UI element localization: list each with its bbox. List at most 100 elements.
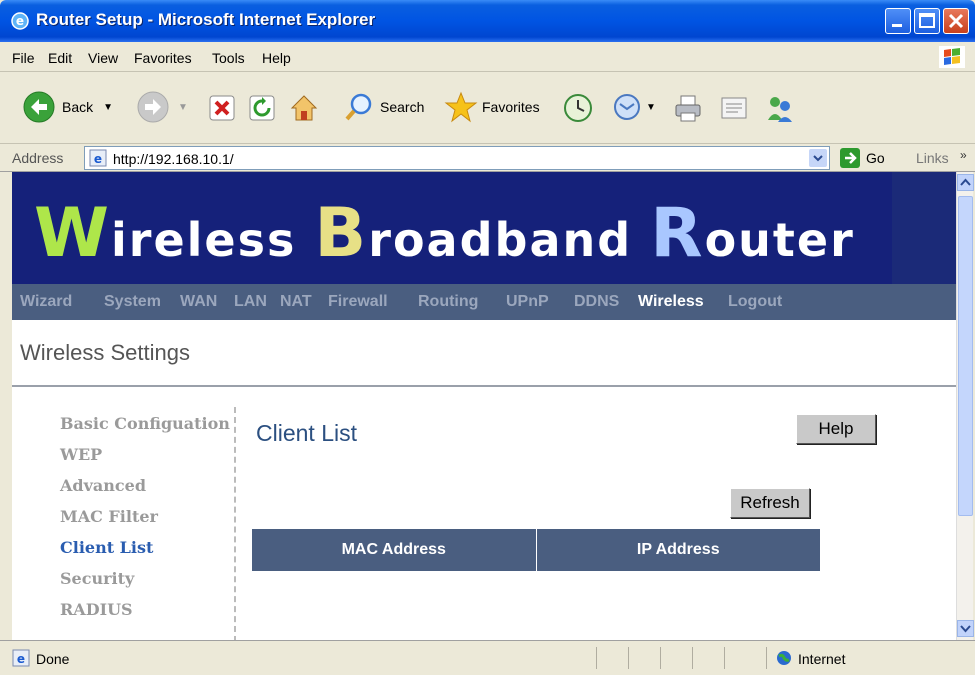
refresh-icon <box>249 95 275 121</box>
svg-text:e: e <box>94 152 102 166</box>
nav-upnp[interactable]: UPnP <box>506 293 549 311</box>
back-label: Back <box>62 99 94 115</box>
nav-nat[interactable]: NAT <box>280 293 312 311</box>
side-item-mac-filter[interactable]: MAC Filter <box>60 507 158 526</box>
window-title: Router Setup - Microsoft Internet Explor… <box>36 10 376 29</box>
globe-icon <box>777 651 791 665</box>
page-viewport: Wireless Broadband Router Wizard System … <box>12 172 956 640</box>
search-button[interactable]: Search <box>344 92 424 122</box>
vertical-scrollbar[interactable] <box>956 172 974 640</box>
favorites-label: Favorites <box>482 99 540 115</box>
toolbar: Back ▼ ▼ Search Favorites ▼ <box>0 72 975 144</box>
banner-letter-w: W <box>34 194 112 273</box>
chevron-down-icon <box>960 625 971 633</box>
scroll-thumb[interactable] <box>958 196 973 516</box>
address-bar: Address e http://192.168.10.1/ Go Links … <box>0 144 975 172</box>
menu-edit[interactable]: Edit <box>48 50 72 66</box>
star-icon <box>444 91 478 123</box>
stop-button[interactable] <box>208 94 236 122</box>
banner-letter-r: R <box>650 194 705 273</box>
refresh-button[interactable] <box>248 94 276 122</box>
column-ip-address: IP Address <box>535 529 821 571</box>
search-icon <box>345 93 372 121</box>
back-button[interactable]: Back ▼ <box>22 90 113 124</box>
history-icon <box>564 94 592 122</box>
banner-title: Wireless Broadband Router <box>34 194 855 273</box>
nav-wizard[interactable]: Wizard <box>20 293 72 311</box>
menu-file[interactable]: File <box>12 50 35 66</box>
column-mac-address: MAC Address <box>341 541 446 558</box>
printer-icon <box>675 95 701 122</box>
forward-button[interactable]: ▼ <box>136 90 188 124</box>
chevron-right-icon[interactable]: » <box>960 148 967 162</box>
side-item-wep[interactable]: WEP <box>60 445 102 464</box>
go-label: Go <box>866 150 885 166</box>
messenger-icon <box>768 97 792 122</box>
close-button[interactable] <box>943 8 969 34</box>
router-banner: Wireless Broadband Router <box>12 172 956 284</box>
status-divider <box>692 647 693 669</box>
nav-logout[interactable]: Logout <box>728 293 782 311</box>
side-item-client-list[interactable]: Client List <box>60 538 153 557</box>
edit-document-icon <box>721 97 747 119</box>
side-item-radius[interactable]: RADIUS <box>60 600 133 619</box>
nav-ddns[interactable]: DDNS <box>574 293 619 311</box>
refresh-list-button[interactable]: Refresh <box>730 488 810 518</box>
svg-text:e: e <box>17 652 25 666</box>
side-item-basic-configuation[interactable]: Basic Configuation <box>60 414 230 433</box>
menu-favorites[interactable]: Favorites <box>134 50 192 66</box>
print-button[interactable] <box>672 92 704 124</box>
client-table-header: MAC Address IP Address <box>252 529 820 571</box>
main-nav: Wizard System WAN LAN NAT Firewall Routi… <box>12 284 956 320</box>
messenger-button[interactable] <box>764 92 796 124</box>
banner-word-router: outer <box>704 213 855 267</box>
status-divider <box>628 647 629 669</box>
nav-lan[interactable]: LAN <box>234 293 267 311</box>
address-dropdown-icon[interactable] <box>809 149 827 167</box>
status-divider <box>724 647 725 669</box>
menu-bar: File Edit View Favorites Tools Help <box>0 42 975 72</box>
links-label[interactable]: Links <box>916 150 949 166</box>
nav-firewall[interactable]: Firewall <box>328 293 388 311</box>
search-label: Search <box>380 99 425 115</box>
nav-wireless[interactable]: Wireless <box>638 293 704 311</box>
help-button[interactable]: Help <box>796 414 876 444</box>
status-text: Done <box>36 651 70 667</box>
chevron-down-icon: ▼ <box>103 101 114 113</box>
banner-word-wireless: ireless <box>111 213 315 267</box>
client-list-title: Client List <box>256 420 357 446</box>
edit-button[interactable] <box>718 92 750 124</box>
side-item-advanced[interactable]: Advanced <box>60 476 146 495</box>
home-button[interactable] <box>288 92 320 124</box>
status-divider <box>660 647 661 669</box>
banner-letter-b: B <box>314 194 369 273</box>
address-input[interactable]: e http://192.168.10.1/ <box>84 146 830 170</box>
back-arrow-icon <box>23 91 55 123</box>
scroll-up-button[interactable] <box>957 174 974 191</box>
ie-window: e Router Setup - Microsoft Internet Expl… <box>0 0 975 675</box>
menu-view[interactable]: View <box>88 50 118 66</box>
menu-help[interactable]: Help <box>262 50 291 66</box>
stop-icon <box>209 95 235 121</box>
nav-routing[interactable]: Routing <box>418 293 478 311</box>
chevron-down-icon: ▼ <box>646 101 656 113</box>
side-item-security[interactable]: Security <box>60 569 134 588</box>
minimize-button[interactable] <box>885 8 911 34</box>
ie-logo-icon: e <box>11 12 29 30</box>
go-arrow-icon <box>840 148 860 168</box>
svg-text:e: e <box>16 14 24 28</box>
address-label: Address <box>12 150 64 166</box>
nav-wan[interactable]: WAN <box>180 293 217 311</box>
maximize-button[interactable] <box>914 8 940 34</box>
menu-tools[interactable]: Tools <box>212 50 245 66</box>
nav-system[interactable]: System <box>104 293 161 311</box>
go-button[interactable]: Go <box>840 148 885 168</box>
scroll-down-button[interactable] <box>957 620 974 637</box>
maximize-icon <box>919 13 935 28</box>
banner-panel: Wireless Broadband Router <box>12 172 892 284</box>
mail-button[interactable]: ▼ <box>612 92 656 122</box>
home-icon <box>290 95 318 121</box>
favorites-button[interactable]: Favorites <box>444 90 540 124</box>
history-button[interactable] <box>562 92 594 124</box>
title-bar: e Router Setup - Microsoft Internet Expl… <box>0 0 975 42</box>
